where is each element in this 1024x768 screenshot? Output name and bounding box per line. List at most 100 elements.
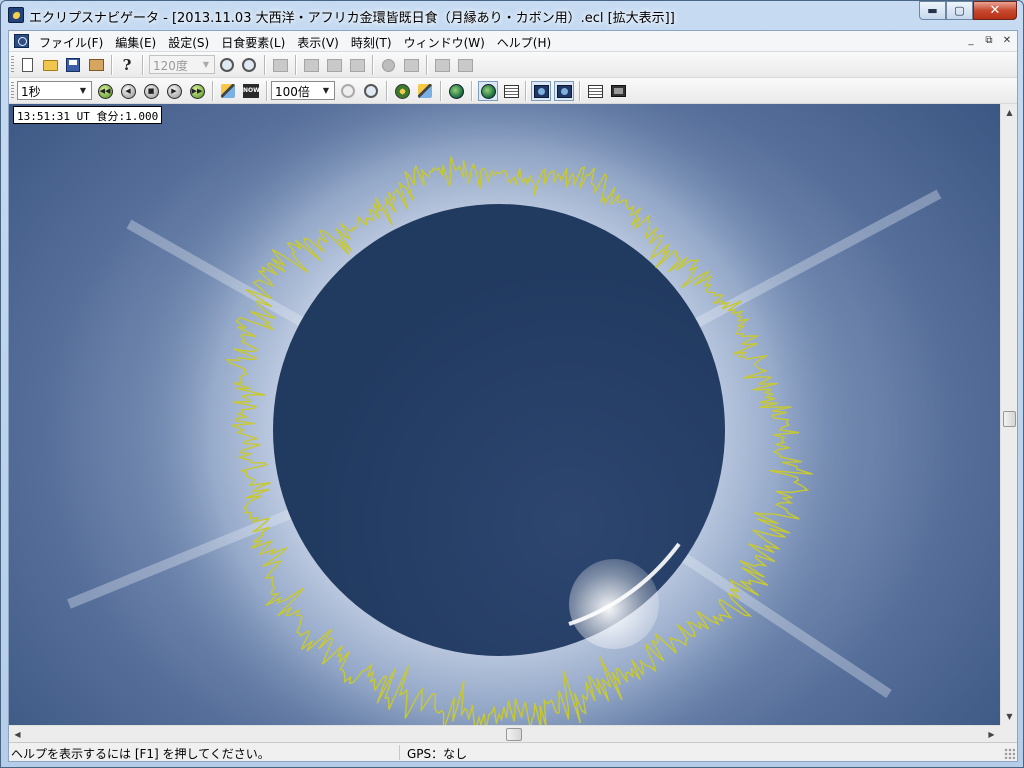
- moon-disk: [273, 204, 725, 656]
- menu-eclipse-elements[interactable]: 日食要素(L): [215, 31, 291, 52]
- menu-view[interactable]: 表示(V): [291, 31, 345, 52]
- mag-zoom-out-button[interactable]: [361, 81, 381, 101]
- vertical-scroll-thumb[interactable]: [1003, 411, 1016, 427]
- fast-rewind-button[interactable]: ◀◀: [95, 81, 115, 101]
- now-button[interactable]: NOW: [241, 81, 261, 101]
- camera-button[interactable]: [455, 55, 475, 75]
- eclipse-status-readout: 13:51:31 UT 食分:1.000: [13, 106, 163, 124]
- frame-icon: [349, 58, 365, 72]
- save-button[interactable]: [63, 55, 83, 75]
- maximize-button[interactable]: ▢: [946, 1, 973, 20]
- view-list-button[interactable]: [324, 55, 344, 75]
- save-icon: [66, 58, 80, 72]
- center-button[interactable]: [392, 81, 412, 101]
- location-button[interactable]: [415, 81, 435, 101]
- zoom-angle-select[interactable]: 120度 ▼: [149, 55, 215, 74]
- close-button[interactable]: ✕: [973, 1, 1017, 20]
- scroll-left-icon[interactable]: ◀: [9, 726, 26, 743]
- magnification-select[interactable]: 100倍 ▼: [271, 81, 335, 100]
- eclipse-view[interactable]: 13:51:31 UT 食分:1.000: [9, 104, 1000, 725]
- eclipse-view-button[interactable]: [531, 81, 551, 101]
- vertical-scrollbar[interactable]: ▲ ▼: [1000, 104, 1017, 725]
- document-icon[interactable]: [14, 34, 29, 48]
- stop-icon: ■: [143, 83, 159, 99]
- toolbar-grip[interactable]: [11, 82, 14, 100]
- table-view-button[interactable]: [501, 81, 521, 101]
- globe-icon: [448, 83, 464, 99]
- page-icon: [21, 58, 33, 72]
- stop-button[interactable]: ■: [141, 81, 161, 101]
- clock-view-button[interactable]: [585, 81, 605, 101]
- fast-rewind-icon: ◀◀: [97, 83, 113, 99]
- fast-forward-button[interactable]: ▶▶: [187, 81, 207, 101]
- menu-window[interactable]: ウィンドウ(W): [398, 31, 491, 52]
- earth-view-button[interactable]: [478, 81, 498, 101]
- zoom-out-button[interactable]: [239, 55, 259, 75]
- zoom-out-icon: [242, 58, 256, 72]
- mdi-close-button[interactable]: ✕: [999, 33, 1015, 48]
- view-frame-button[interactable]: [347, 55, 367, 75]
- toolbar-grip[interactable]: [11, 56, 14, 74]
- location-icon: [418, 84, 432, 98]
- toolbar-separator: [142, 55, 144, 75]
- play-button[interactable]: ▶: [164, 81, 184, 101]
- toolbar-separator: [266, 81, 268, 101]
- horizontal-scroll-thumb[interactable]: [506, 728, 522, 741]
- zoom-view-button[interactable]: [554, 81, 574, 101]
- toolbar-separator: [579, 81, 581, 101]
- target-button[interactable]: [401, 55, 421, 75]
- client-area: ファイル(F) 編集(E) 設定(S) 日食要素(L) 表示(V) 時刻(T) …: [8, 30, 1018, 762]
- mag-zoom-in-button[interactable]: [338, 81, 358, 101]
- export-button[interactable]: [432, 55, 452, 75]
- menu-bar: ファイル(F) 編集(E) 設定(S) 日食要素(L) 表示(V) 時刻(T) …: [9, 31, 1017, 52]
- open-button[interactable]: [40, 55, 60, 75]
- app-icon[interactable]: [8, 7, 24, 23]
- title-bar[interactable]: エクリプスナビゲータ - [2013.11.03 大西洋・アフリカ金環皆既日食（…: [1, 1, 1023, 29]
- horizontal-scrollbar[interactable]: ◀ ▶: [9, 725, 1000, 742]
- minimize-button[interactable]: ▬: [919, 1, 946, 20]
- time-step-select[interactable]: 1秒 ▼: [17, 81, 92, 100]
- main-toolbar: ? 120度 ▼: [9, 52, 1017, 78]
- download-icon: [272, 58, 288, 72]
- table-icon: [503, 84, 519, 98]
- scroll-right-icon[interactable]: ▶: [983, 726, 1000, 743]
- record-button[interactable]: [378, 55, 398, 75]
- timeline-view-button[interactable]: [608, 81, 628, 101]
- print-button[interactable]: [86, 55, 106, 75]
- animation-toolbar: 1秒 ▼ ◀◀ ◀ ■ ▶ ▶▶ NOW 100倍 ▼: [9, 78, 1017, 104]
- step-back-button[interactable]: ◀: [118, 81, 138, 101]
- clock-icon: [587, 84, 603, 98]
- zoom-angle-value: 120度: [153, 59, 188, 73]
- status-help-text: ヘルプを表示するには [F1] を押してください。: [11, 747, 270, 761]
- menu: ファイル(F) 編集(E) 設定(S) 日食要素(L) 表示(V) 時刻(T) …: [33, 31, 557, 52]
- time-step-value: 1秒: [21, 85, 41, 99]
- grid-icon: [303, 58, 319, 72]
- baily-bead: [569, 559, 659, 649]
- menu-edit[interactable]: 編集(E): [109, 31, 162, 52]
- zoom-out-icon: [364, 84, 378, 98]
- menu-settings[interactable]: 設定(S): [162, 31, 215, 52]
- resize-grip-icon[interactable]: [1004, 748, 1015, 759]
- scroll-up-icon[interactable]: ▲: [1001, 104, 1018, 121]
- download-button[interactable]: [270, 55, 290, 75]
- menu-help[interactable]: ヘルプ(H): [491, 31, 557, 52]
- toolbar-separator: [264, 55, 266, 75]
- help-button[interactable]: ?: [117, 55, 137, 75]
- window-title: エクリプスナビゲータ - [2013.11.03 大西洋・アフリカ金環皆既日食（…: [29, 11, 675, 26]
- menu-time[interactable]: 時刻(T): [345, 31, 398, 52]
- view-grid-button[interactable]: [301, 55, 321, 75]
- camera-icon: [457, 58, 473, 72]
- chevron-down-icon: ▼: [79, 86, 87, 95]
- mdi-minimize-button[interactable]: _: [963, 33, 979, 48]
- new-button[interactable]: [17, 55, 37, 75]
- mdi-restore-button[interactable]: ⧉: [981, 33, 997, 48]
- map-button[interactable]: [446, 81, 466, 101]
- eclipse-image: [9, 104, 1000, 725]
- toolbar-separator: [426, 55, 428, 75]
- menu-file[interactable]: ファイル(F): [33, 31, 109, 52]
- scroll-down-icon[interactable]: ▼: [1001, 708, 1018, 725]
- zoom-in-button[interactable]: [217, 55, 237, 75]
- toolbar-separator: [372, 55, 374, 75]
- eclipse-view-icon: [533, 84, 549, 98]
- set-time-button[interactable]: [218, 81, 238, 101]
